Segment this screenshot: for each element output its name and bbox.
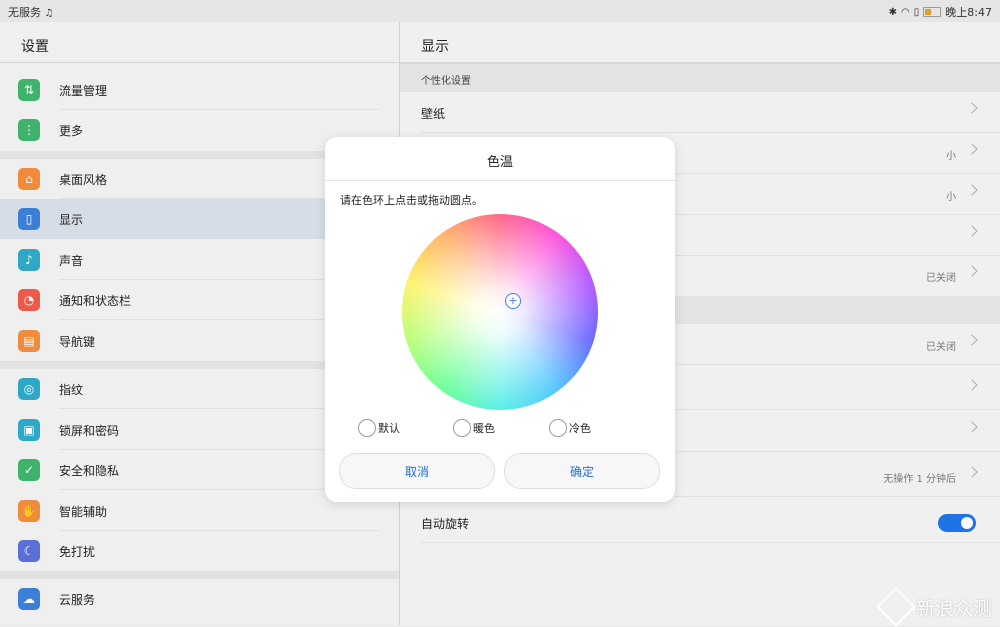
group-separator [0, 571, 399, 579]
battery-icon [923, 7, 942, 17]
chevron-right-icon [966, 225, 978, 237]
sidebar-title: 设置 [21, 39, 49, 55]
row-label: 自动旋转 [421, 517, 470, 531]
color-wheel[interactable] [402, 214, 598, 410]
chevron-right-icon [966, 143, 978, 155]
option-label: 默认 [378, 422, 400, 435]
sim-icon: ▯ [913, 6, 920, 18]
sidebar-item-label: 桌面风格 [59, 172, 108, 187]
sidebar-item-label: 安全和隐私 [59, 463, 120, 478]
hand-icon: ✋ [18, 500, 40, 522]
bluetooth-icon: ✱ [888, 6, 898, 18]
lock-icon: ▣ [18, 419, 40, 441]
auto-rotate-toggle[interactable] [938, 514, 976, 532]
dialog-instruction: 请在色环上点击或拖动圆点。 [340, 194, 483, 207]
sina-logo-icon [876, 587, 916, 627]
sidebar-item-label: 智能辅助 [59, 504, 108, 519]
row-auto-rotate: 自动旋转 [400, 502, 1000, 543]
radio-default[interactable] [358, 419, 376, 437]
chevron-right-icon [966, 421, 978, 433]
chevron-right-icon [966, 379, 978, 391]
sidebar-item-label: 指纹 [59, 382, 84, 397]
option-warm[interactable]: 暖色 [453, 419, 495, 437]
chevron-right-icon [966, 466, 978, 478]
watermark-text: 新浪众测 [915, 597, 992, 620]
watermark: 新浪众测 [876, 587, 992, 627]
option-cool[interactable]: 冷色 [549, 419, 591, 437]
more-icon: ⋮ [18, 119, 40, 141]
sidebar-item-label: 更多 [59, 123, 84, 138]
music-icon: ♫ [44, 8, 54, 19]
chevron-right-icon [966, 265, 978, 277]
fingerprint-icon: ◎ [18, 378, 40, 400]
confirm-button[interactable]: 确定 [504, 453, 660, 489]
chevron-right-icon [966, 102, 978, 114]
carrier-status: 无服务 ♫ [8, 4, 53, 20]
status-right: ✱ ◠ ▯ 晚上8:47 [889, 4, 992, 20]
sidebar-item-label: 通知和状态栏 [59, 293, 132, 308]
chevron-right-icon [966, 334, 978, 346]
display-icon: ▯ [18, 208, 40, 230]
row-value: 小 [946, 192, 956, 203]
shield-icon: ✓ [18, 459, 40, 481]
navigation-key-icon: ▤ [18, 330, 40, 352]
row-value: 已关闭 [926, 273, 956, 284]
section-title: 个性化设置 [421, 76, 471, 87]
radio-warm[interactable] [453, 419, 471, 437]
sidebar-item-label: 流量管理 [59, 83, 108, 98]
carrier-text: 无服务 [8, 6, 41, 19]
page-title: 显示 [421, 39, 449, 55]
sidebar-item-cloud[interactable]: ☁ 云服务 [0, 579, 399, 619]
clock: 晚上8:47 [945, 6, 992, 19]
option-label: 冷色 [569, 422, 591, 435]
sidebar-item-label: 云服务 [59, 592, 96, 607]
row-value: 小 [946, 151, 956, 162]
row-value: 已关闭 [926, 342, 956, 353]
wifi-icon: ◠ [901, 6, 910, 18]
sidebar-item-label: 显示 [59, 212, 84, 227]
cancel-button[interactable]: 取消 [339, 453, 495, 489]
row-label: 壁纸 [421, 107, 446, 121]
row-value: 无操作 1 分钟后 [883, 474, 956, 485]
status-bar: 无服务 ♫ ✱ ◠ ▯ 晚上8:47 [0, 0, 1000, 22]
sidebar-item-do-not-disturb[interactable]: ☾ 免打扰 [0, 531, 399, 571]
moon-icon: ☾ [18, 540, 40, 562]
home-icon: ⌂ [18, 168, 40, 190]
dialog-title: 色温 [486, 155, 513, 170]
sidebar-item-label: 声音 [59, 253, 84, 268]
color-temperature-dialog: 色温 请在色环上点击或拖动圆点。 + 默认 暖色 冷色 取消 确定 [325, 137, 675, 502]
sound-icon: ♪ [18, 249, 40, 271]
sidebar-item-data-usage[interactable]: ⇅ 流量管理 [0, 70, 399, 110]
header-divider [0, 62, 399, 63]
row-wallpaper[interactable]: 壁纸 [400, 92, 1000, 133]
section-header-personalization: 个性化设置 [400, 64, 1000, 92]
sidebar-item-label: 免打扰 [59, 544, 96, 559]
option-default[interactable]: 默认 [358, 419, 400, 437]
bell-icon: ◔ [18, 289, 40, 311]
chevron-right-icon [966, 184, 978, 196]
dialog-divider [325, 180, 675, 181]
color-picker-handle[interactable]: + [505, 293, 521, 309]
sidebar-item-label: 导航键 [59, 334, 96, 349]
option-label: 暖色 [473, 422, 495, 435]
data-usage-icon: ⇅ [18, 79, 40, 101]
sidebar-item-label: 锁屏和密码 [59, 423, 120, 438]
cloud-icon: ☁ [18, 588, 40, 610]
radio-cool[interactable] [549, 419, 567, 437]
